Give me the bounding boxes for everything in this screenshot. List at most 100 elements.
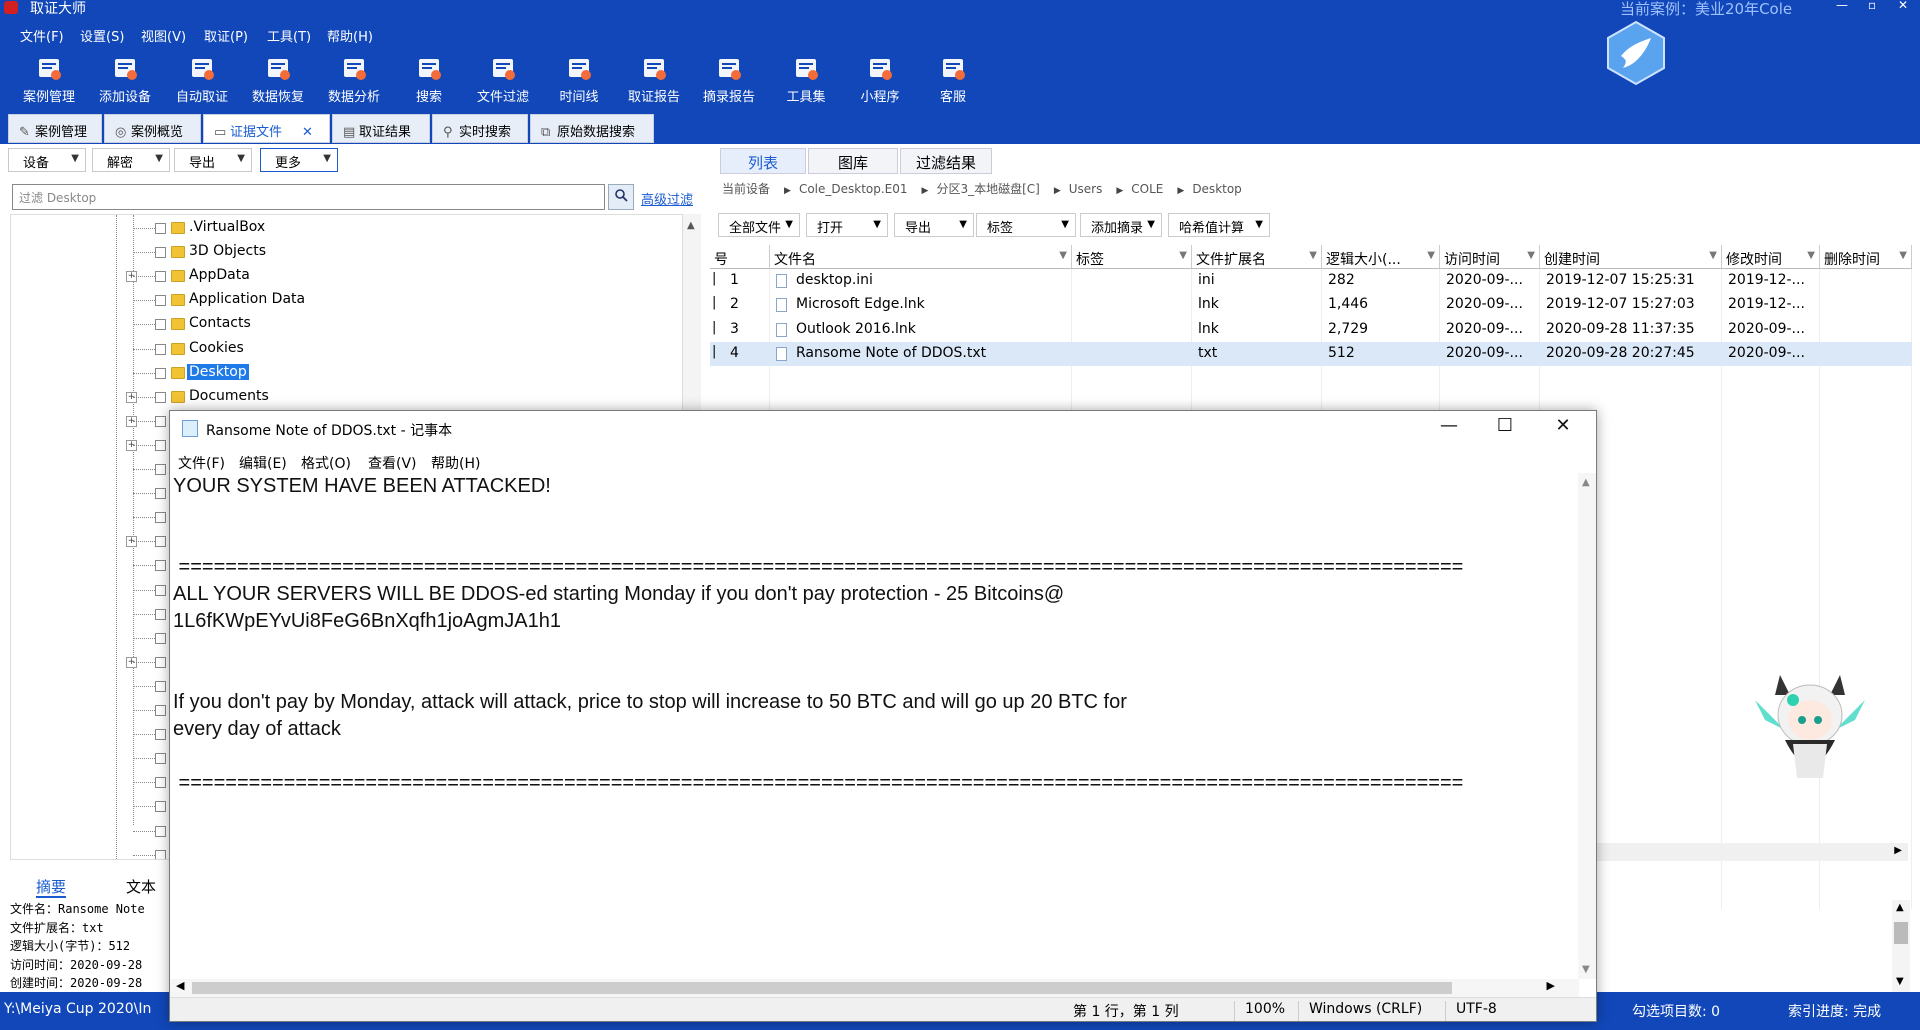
toolbar-button-8[interactable]: 取证报告 xyxy=(619,56,689,105)
breadcrumb-item[interactable]: Users xyxy=(1069,182,1103,196)
filter-input[interactable]: 过滤 Desktop xyxy=(12,184,605,210)
column-header[interactable]: 标签 ▼ xyxy=(1072,245,1192,269)
toolbar-button-9[interactable]: 摘录报告 xyxy=(694,56,764,105)
toolbar-button-6[interactable]: 文件过滤 xyxy=(468,56,538,105)
notepad-horizontal-scrollbar[interactable]: ◀ ▶ xyxy=(170,979,1579,997)
tree-item[interactable]: .VirtualBox xyxy=(11,219,681,239)
column-header[interactable]: 创建时间 ▼ xyxy=(1540,245,1722,269)
menu-view[interactable]: 视图(V) xyxy=(141,26,186,45)
tab-close-icon[interactable]: ✕ xyxy=(302,125,313,140)
toolbar-button-11[interactable]: 小程序 xyxy=(845,56,915,105)
tab-4[interactable]: ⚲ 实时搜索 xyxy=(432,114,528,143)
tree-checkbox[interactable] xyxy=(155,271,166,283)
minimize-button[interactable]: — xyxy=(1836,0,1848,12)
tree-item[interactable]: 3D Objects xyxy=(11,243,681,263)
table-row[interactable]: 2 Microsoft Edge.lnk lnk 1,446 2020-09-... 20… xyxy=(710,293,1912,317)
tab-3[interactable]: ▤ 取证结果 xyxy=(332,114,430,143)
filter-icon[interactable]: ▼ xyxy=(1807,250,1815,261)
tree-checkbox[interactable] xyxy=(155,849,166,859)
tree-checkbox[interactable] xyxy=(155,608,166,620)
filter-search-button[interactable] xyxy=(608,184,634,210)
menu-settings[interactable]: 设置(S) xyxy=(80,26,124,45)
tab-0[interactable]: ✎ 案例管理 xyxy=(8,114,102,143)
row-check-icon[interactable]: | xyxy=(712,320,716,335)
tree-item[interactable]: + AppData xyxy=(11,267,681,287)
preview-scrollbar[interactable]: ▲ ▼ xyxy=(1892,900,1910,992)
tree-checkbox[interactable] xyxy=(155,825,166,837)
column-header[interactable]: 文件名 ▼ xyxy=(770,245,1072,269)
notepad-maximize-button[interactable]: ☐ xyxy=(1485,415,1525,436)
tree-checkbox[interactable] xyxy=(155,391,166,403)
view-tab-0[interactable]: 列表 xyxy=(720,148,806,174)
filter-icon[interactable]: ▼ xyxy=(1527,250,1535,261)
filter-icon[interactable]: ▼ xyxy=(1179,250,1187,261)
tree-checkbox[interactable] xyxy=(155,753,166,765)
toolbar-button-1[interactable]: 添加设备 xyxy=(90,56,160,105)
row-check-icon[interactable]: | xyxy=(712,271,716,286)
list-dropdown-5[interactable]: 哈希值计算 ▼ xyxy=(1168,213,1270,237)
tree-checkbox[interactable] xyxy=(155,343,166,355)
breadcrumb-item[interactable]: Cole_Desktop.E01 xyxy=(799,182,908,196)
row-check-icon[interactable]: | xyxy=(712,344,716,359)
notepad-menu-view[interactable]: 查看(V) xyxy=(368,453,417,473)
tree-checkbox[interactable] xyxy=(155,512,166,524)
column-header[interactable]: 修改时间 ▼ xyxy=(1722,245,1820,269)
tree-checkbox[interactable] xyxy=(155,488,166,500)
column-header[interactable]: 删除时间 ▼ xyxy=(1820,245,1912,269)
toolbar-button-2[interactable]: 自动取证 xyxy=(167,56,237,105)
advanced-filter-link[interactable]: 高级过滤 xyxy=(641,189,693,208)
tree-checkbox[interactable] xyxy=(155,223,166,234)
column-header[interactable]: 逻辑大小(... ▼ xyxy=(1322,245,1440,269)
menu-help[interactable]: 帮助(H) xyxy=(327,26,373,45)
notepad-menu-edit[interactable]: 编辑(E) xyxy=(239,453,287,473)
table-row[interactable]: 1 desktop.ini ini 282 2020-09-... 2019-12-07 … xyxy=(710,269,1912,293)
tree-checkbox[interactable] xyxy=(155,560,166,572)
tree-checkbox[interactable] xyxy=(155,464,166,475)
notepad-close-button[interactable]: ✕ xyxy=(1543,415,1583,436)
mascot-character-icon[interactable] xyxy=(1745,660,1875,790)
column-header[interactable]: 文件扩展名 ▼ xyxy=(1192,245,1322,269)
table-row[interactable]: 3 Outlook 2016.lnk lnk 2,729 2020-09-... 2020… xyxy=(710,318,1912,342)
toolbar-button-7[interactable]: 时间线 xyxy=(544,56,614,105)
filter-icon[interactable]: ▼ xyxy=(1309,250,1317,261)
toolbar-button-4[interactable]: 数据分析 xyxy=(319,56,389,105)
tree-checkbox[interactable] xyxy=(155,584,166,596)
left-dropdown-1[interactable]: 解密 ▼ xyxy=(92,148,170,172)
left-dropdown-2[interactable]: 导出 ▼ xyxy=(174,148,252,172)
tree-item[interactable]: Application Data xyxy=(11,291,681,311)
toolbar-button-5[interactable]: 搜索 xyxy=(394,56,464,105)
tab-summary[interactable]: 摘要 xyxy=(36,872,67,898)
tree-checkbox[interactable] xyxy=(155,367,166,379)
view-tab-1[interactable]: 图库 xyxy=(808,148,898,174)
tree-checkbox[interactable] xyxy=(155,415,166,427)
tree-checkbox[interactable] xyxy=(155,656,166,668)
close-button[interactable]: ✕ xyxy=(1898,0,1908,12)
tree-checkbox[interactable] xyxy=(155,439,166,451)
column-header[interactable]: 号 xyxy=(710,245,770,269)
menu-file[interactable]: 文件(F) xyxy=(20,26,64,45)
tree-item[interactable]: Cookies xyxy=(11,340,681,360)
tree-item[interactable]: Contacts xyxy=(11,315,681,335)
list-dropdown-0[interactable]: 全部文件 ▼ xyxy=(718,213,800,237)
filter-icon[interactable]: ▼ xyxy=(1709,250,1717,261)
scroll-thumb[interactable] xyxy=(192,982,1452,994)
table-row[interactable]: 4 Ransome Note of DDOS.txt txt 512 2020-09-.… xyxy=(710,341,1912,366)
tree-checkbox[interactable] xyxy=(155,319,166,331)
menu-tools[interactable]: 工具(T) xyxy=(267,26,311,45)
list-dropdown-3[interactable]: 标签 ▼ xyxy=(976,213,1076,237)
breadcrumb-item[interactable]: 当前设备 xyxy=(722,182,770,196)
toolbar-button-12[interactable]: 客服 xyxy=(918,56,988,105)
tree-item[interactable]: + Documents xyxy=(11,388,681,408)
filter-icon[interactable]: ▼ xyxy=(1427,250,1435,261)
tree-checkbox[interactable] xyxy=(155,801,166,813)
notepad-menu-format[interactable]: 格式(O) xyxy=(301,453,351,473)
breadcrumb-item[interactable]: Desktop xyxy=(1192,182,1242,196)
tree-checkbox[interactable] xyxy=(155,247,166,259)
notepad-menu-help[interactable]: 帮助(H) xyxy=(431,453,480,473)
tab-5[interactable]: ⧉ 原始数据搜索 xyxy=(530,114,654,143)
left-dropdown-0[interactable]: 设备 ▼ xyxy=(8,148,86,172)
toolbar-button-0[interactable]: 案例管理 xyxy=(14,56,84,105)
tree-checkbox[interactable] xyxy=(155,632,166,644)
notepad-text-area[interactable]: YOUR SYSTEM HAVE BEEN ATTACKED! ========… xyxy=(173,473,1578,979)
breadcrumb-item[interactable]: COLE xyxy=(1131,182,1163,196)
